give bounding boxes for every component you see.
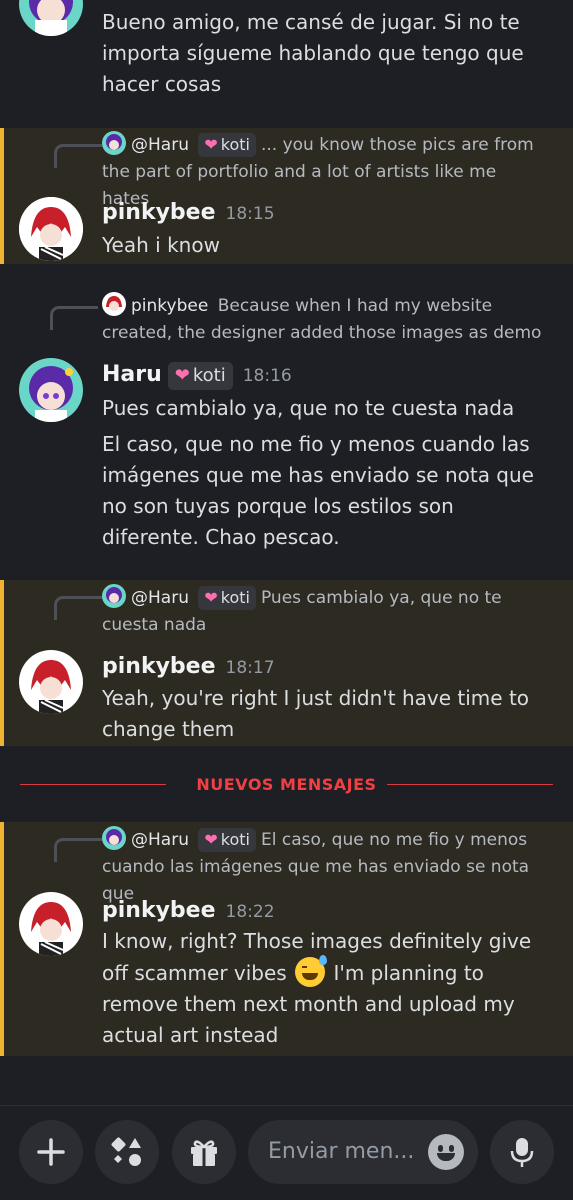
timestamp: 18:15 (225, 204, 275, 224)
message-body: Yeah, you're right I just didn't have ti… (102, 686, 530, 741)
author-name[interactable]: pinkybee (102, 654, 216, 679)
message-2[interactable]: pinkybee Because when I had my website c… (0, 290, 573, 560)
reply-spine (54, 144, 102, 168)
message-header: Haru ❤ koti 18:16 (102, 360, 292, 391)
reply-preview[interactable]: pinkybee Because when I had my website c… (102, 292, 547, 347)
message-input-placeholder: Enviar men... (268, 1139, 415, 1164)
message-header: pinkybee 18:17 (102, 652, 275, 683)
timestamp: 18:16 (242, 366, 292, 386)
sweat-smile-emoji-icon (295, 955, 328, 987)
reply-author[interactable]: @Haru (131, 135, 189, 155)
message-1[interactable]: @Haru ❤ koti... you know those pics are f… (0, 128, 573, 264)
heart-icon: ❤ (204, 135, 218, 154)
message-header: pinkybee 18:22 (102, 896, 275, 927)
heart-icon: ❤ (204, 588, 218, 607)
reply-avatar-icon (102, 826, 126, 850)
emoji-icon[interactable] (428, 1134, 464, 1170)
gift-button[interactable] (172, 1120, 236, 1184)
clan-tag[interactable]: ❤ koti (198, 133, 256, 157)
clan-tag[interactable]: ❤ koti (198, 828, 256, 852)
reply-author[interactable]: @Haru (131, 830, 189, 850)
reply-avatar-icon (102, 584, 126, 608)
new-messages-label: NUEVOS MENSAJES (196, 775, 377, 794)
avatar-haru[interactable] (19, 0, 83, 36)
composer-bar: Enviar men... (0, 1105, 573, 1200)
timestamp: 18:17 (225, 658, 275, 678)
message-body: Bueno amigo, me cansé de jugar. Si no te… (102, 10, 524, 96)
message-body: Pues cambialo ya, que no te cuesta nada … (102, 396, 534, 549)
message-input[interactable]: Enviar men... (248, 1120, 478, 1184)
reply-spine (54, 838, 102, 862)
timestamp: 18:22 (225, 902, 275, 922)
reply-author[interactable]: pinkybee (131, 296, 208, 316)
apps-icon (111, 1137, 141, 1166)
reply-preview[interactable]: @Haru ❤ koti Pues cambialo ya, que no te c… (102, 584, 547, 639)
reply-author[interactable]: @Haru (131, 588, 189, 608)
heart-icon: ❤ (174, 365, 190, 386)
avatar-pinkybee[interactable] (19, 197, 83, 261)
apps-button[interactable] (95, 1120, 159, 1184)
author-name[interactable]: Haru (102, 362, 162, 387)
plus-icon (37, 1138, 65, 1166)
avatar-pinkybee[interactable] (19, 650, 83, 714)
message-0[interactable]: Bueno amigo, me cansé de jugar. Si no te… (0, 0, 573, 110)
reply-avatar-icon (102, 131, 126, 155)
clan-tag[interactable]: ❤ koti (198, 586, 256, 610)
reply-avatar-icon (102, 292, 126, 316)
author-name[interactable]: pinkybee (102, 898, 216, 923)
clan-tag[interactable]: ❤ koti (167, 362, 233, 390)
message-3[interactable]: @Haru ❤ koti Pues cambialo ya, que no te c… (0, 580, 573, 746)
reply-spine (50, 306, 98, 330)
avatar-haru[interactable] (19, 358, 83, 422)
reply-spine (54, 596, 102, 620)
author-name[interactable]: pinkybee (102, 200, 216, 225)
heart-icon: ❤ (204, 830, 218, 849)
message-body: I know, right? Those images definitely g… (102, 929, 532, 1047)
voice-button[interactable] (490, 1120, 554, 1184)
message-header: pinkybee 18:15 (102, 198, 275, 229)
plus-button[interactable] (19, 1120, 83, 1184)
gift-icon (191, 1140, 217, 1166)
message-4[interactable]: @Haru ❤ koti El caso, que no me fio y meno… (0, 822, 573, 1056)
message-body: Yeah i know (102, 233, 220, 257)
new-messages-divider: NUEVOS MENSAJES (20, 770, 553, 800)
microphone-icon (510, 1138, 534, 1167)
avatar-pinkybee[interactable] (19, 892, 83, 956)
